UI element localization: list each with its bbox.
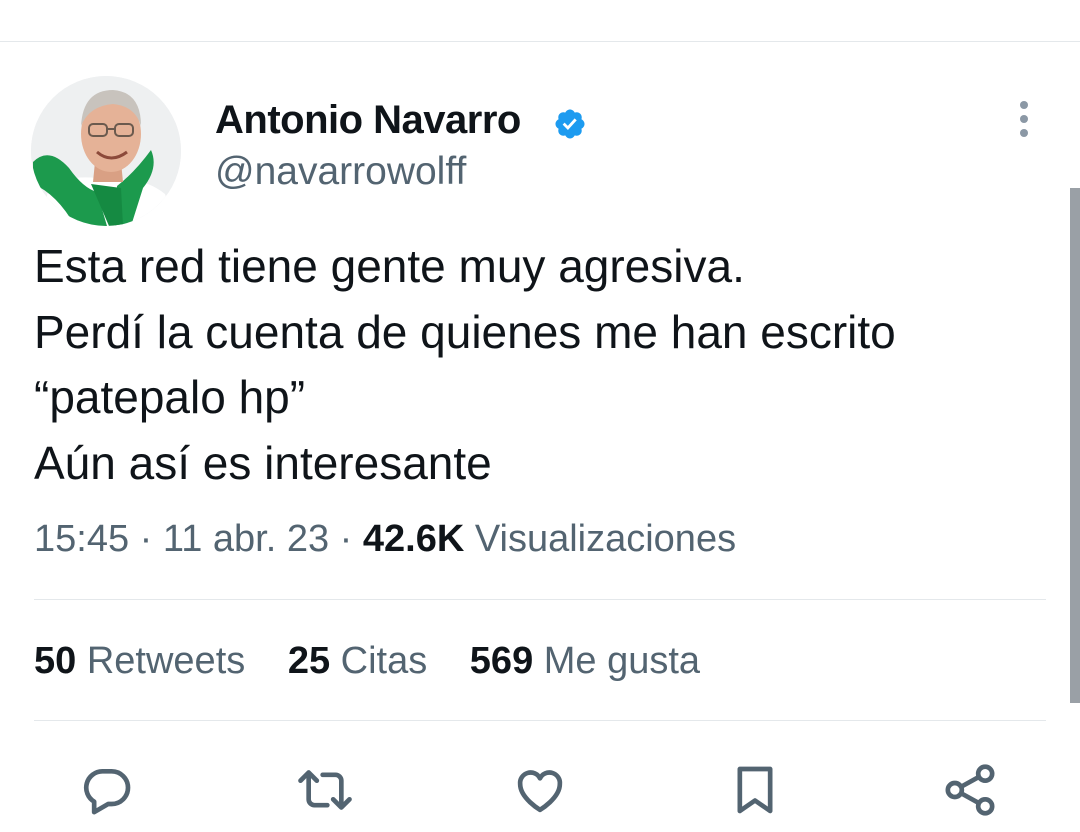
reply-button[interactable] [77,760,137,820]
retweets-stat[interactable]: 50 Retweets [34,640,245,683]
retweets-label: Retweets [86,640,246,682]
reply-icon [83,769,131,815]
retweet-button[interactable] [295,760,355,820]
bookmark-button[interactable] [725,760,785,820]
quotes-stat[interactable]: 25 Citas [288,640,427,683]
more-options-button[interactable] [1008,98,1040,140]
author-handle[interactable]: @navarrowolff [215,150,466,194]
retweets-count: 50 [34,640,77,682]
quotes-count: 25 [287,640,331,682]
share-button[interactable] [940,760,1000,820]
verified-badge-icon [555,109,585,139]
share-icon [945,764,995,816]
likes-count: 569 [469,640,534,682]
views-count: 42.6K [362,518,465,560]
more-vertical-icon [1020,101,1028,137]
author-name[interactable]: Antonio Navarro [215,98,521,143]
divider [34,720,1046,721]
tweet-stats: 50 Retweets 25 Citas 569 Me gusta [34,640,732,683]
meta-separator: · [339,518,353,560]
tweet-text: Esta red tiene gente muy agresiva. Perdí… [34,240,896,489]
like-button[interactable] [510,760,570,820]
retweet-icon [298,770,352,810]
likes-stat[interactable]: 569 Me gusta [470,640,700,683]
scrollbar[interactable] [1070,188,1080,703]
likes-label: Me gusta [543,640,701,682]
tweet-time[interactable]: 15:45 [34,518,129,560]
tweet-detail-view: Antonio Navarro @navarrowolff Esta red t… [0,0,1080,832]
meta-separator: · [139,518,153,560]
divider [34,599,1046,600]
bookmark-icon [737,766,773,814]
like-icon [517,770,563,813]
top-divider [0,41,1080,42]
quotes-label: Citas [340,640,428,682]
views-label: Visualizaciones [474,518,737,560]
tweet-date[interactable]: 11 abr. 23 [163,518,329,560]
tweet-meta: 15:45 · 11 abr. 23 · 42.6K Visualizacion… [34,518,736,561]
avatar[interactable] [31,76,181,226]
avatar-photo [31,76,181,226]
